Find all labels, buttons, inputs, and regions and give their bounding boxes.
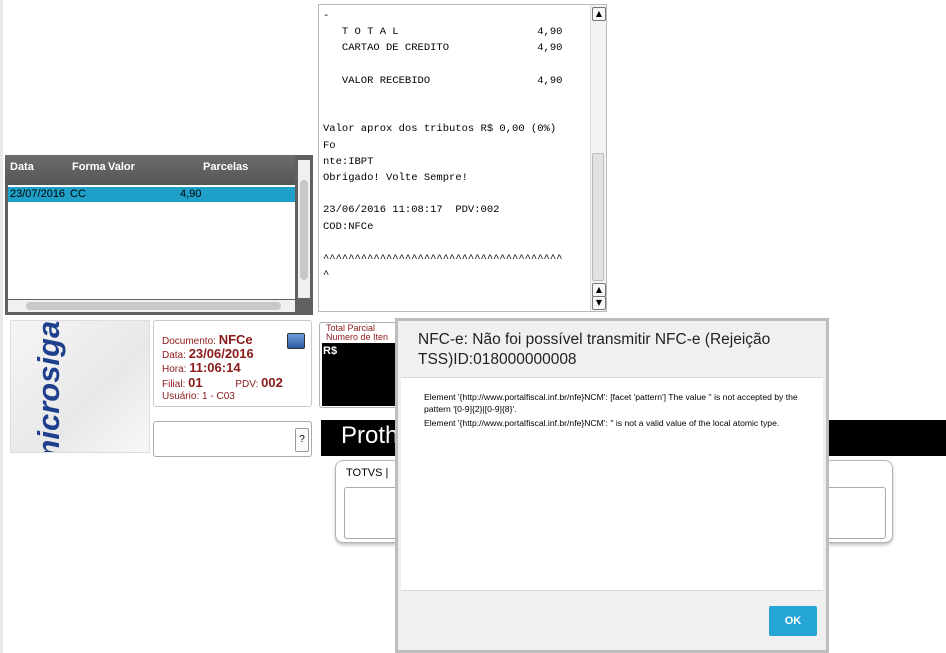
receipt-scrollbar[interactable]: ▲ ▲ ▼ [590, 5, 606, 311]
col-data[interactable]: Data [10, 161, 34, 173]
usuario-value: 1 - C03 [202, 391, 235, 402]
payments-body: 23/07/2016 CC 4,90 [8, 185, 295, 299]
dialog-body: Element '{http://www.portalfiscal.inf.br… [401, 377, 823, 591]
col-forma[interactable]: Forma [72, 161, 106, 173]
receipt-scroll-thumb[interactable] [592, 153, 604, 281]
dialog-title: NFC-e: Não foi possível transmitir NFC-e… [418, 331, 771, 368]
banner-text: Proth [341, 422, 399, 449]
filial-value: 01 [188, 375, 203, 390]
receipt-preview: - T O T A L 4,90 CARTAO DE CREDITO 4,90 … [318, 4, 607, 312]
hora-row: Hora: 11:06:14 [162, 360, 241, 375]
cell-data: 23/07/2016 [10, 188, 66, 200]
left-edge-strip [0, 0, 3, 653]
hora-value: 11:06:14 [189, 360, 241, 375]
numero-itens-label: Numero de Iten [326, 332, 389, 342]
dialog-message-1: Element '{http://www.portalfiscal.inf.br… [424, 392, 798, 414]
filial-row: Filial: 01 PDV: 002 [162, 375, 283, 390]
payments-grid: Data Forma Valor Parcelas 23/07/2016 CC … [5, 155, 313, 315]
microsiga-logo: microsiga [10, 320, 150, 453]
usuario-row: Usuário: 1 - C03 [162, 391, 235, 402]
table-row[interactable]: 23/07/2016 CC 4,90 [8, 187, 295, 202]
logo-text: microsiga [31, 320, 67, 453]
cell-forma: CC [70, 188, 86, 200]
ok-button[interactable]: OK [769, 606, 817, 636]
totvs-label: TOTVS | [346, 467, 389, 479]
col-valor[interactable]: Valor [108, 161, 135, 173]
payments-vscroll-thumb[interactable] [300, 180, 308, 280]
payments-header: Data Forma Valor Parcelas [5, 155, 295, 185]
usuario-label: Usuário: [162, 391, 200, 402]
receipt-text: - T O T A L 4,90 CARTAO DE CREDITO 4,90 … [323, 10, 563, 282]
pdv-value: 002 [261, 375, 283, 390]
help-button[interactable]: ? [295, 428, 309, 452]
receipt-scroll-down[interactable]: ▼ [592, 296, 606, 310]
data-value: 23/06/2016 [188, 346, 254, 361]
col-parcelas[interactable]: Parcelas [203, 161, 248, 173]
payments-hscrollbar[interactable] [8, 300, 295, 312]
hora-label: Hora: [162, 364, 187, 375]
cell-valor: 4,90 [180, 188, 202, 200]
payments-vscrollbar[interactable] [298, 160, 310, 298]
payments-hscroll-thumb[interactable] [26, 302, 281, 310]
receipt-scroll-up-top[interactable]: ▲ [592, 7, 606, 21]
dialog-message-2: Element '{http://www.portalfiscal.inf.br… [424, 418, 780, 428]
search-field[interactable]: ? [153, 421, 312, 457]
data-row: Data: 23/06/2016 [162, 346, 254, 361]
filial-label: Filial: [162, 379, 186, 390]
documento-row: Documento: NFCe [162, 332, 253, 347]
error-dialog: NFC-e: Não foi possível transmitir NFC-e… [395, 318, 829, 653]
document-info-panel: Documento: NFCe Data: 23/06/2016 Hora: 1… [153, 320, 312, 407]
monitor-icon[interactable] [287, 333, 305, 349]
receipt-scroll-up-bottom[interactable]: ▲ [592, 283, 606, 297]
documento-value: NFCe [218, 332, 253, 347]
pdv-label: PDV: [235, 379, 259, 390]
total-parcial-panel: Total Parcial Numero de Iten R$ [319, 322, 397, 408]
total-value: R$ [323, 345, 338, 357]
